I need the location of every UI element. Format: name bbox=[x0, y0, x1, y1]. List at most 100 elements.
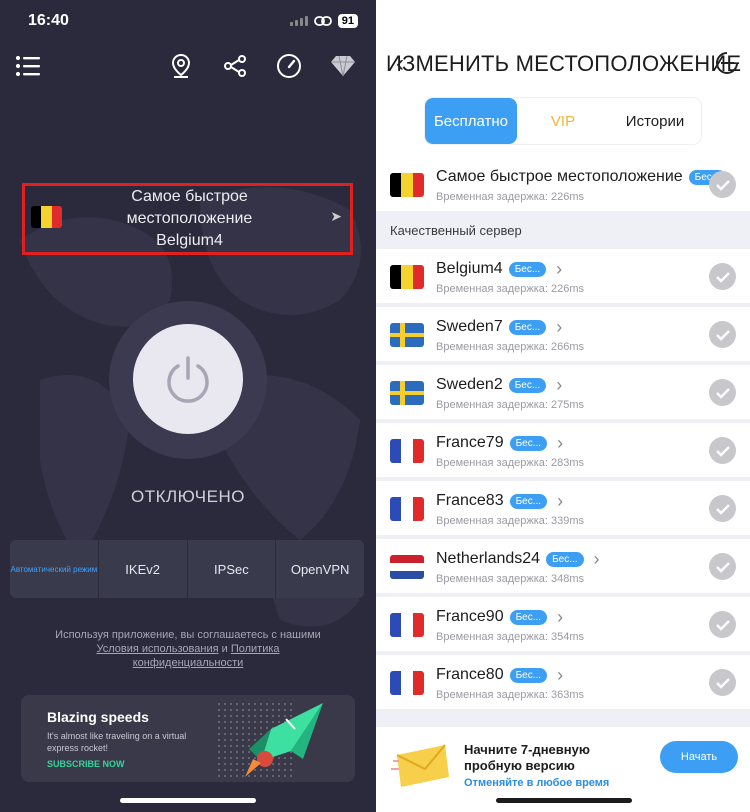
tab-free[interactable]: Бесплатно bbox=[425, 98, 517, 144]
chevron-right-icon[interactable]: › bbox=[594, 550, 600, 568]
france-flag-icon bbox=[390, 613, 424, 637]
envelope-icon bbox=[391, 744, 449, 787]
server-row[interactable]: Belgium4 Бес... › Временная задержка: 226ms bbox=[376, 249, 750, 303]
location-line2: Belgium4 bbox=[156, 232, 223, 249]
server-row[interactable]: France79 Бес... › Временная задержка: 283ms bbox=[376, 423, 750, 477]
free-badge: Бес... bbox=[509, 493, 548, 509]
server-latency: Временная задержка: 283ms bbox=[436, 457, 585, 469]
protocol-auto[interactable]: Автоматический режим bbox=[10, 540, 99, 598]
protocol-ipsec[interactable]: IPSec bbox=[188, 540, 277, 598]
status-icons: 91 bbox=[289, 14, 358, 28]
check-icon[interactable] bbox=[709, 495, 736, 522]
main-screen: 16:40 91 Самое быстрое местоположение Be… bbox=[0, 0, 376, 812]
promo-title: Blazing speeds bbox=[47, 709, 149, 725]
speedometer-icon[interactable] bbox=[275, 52, 303, 80]
chevron-right-icon[interactable]: › bbox=[557, 434, 563, 452]
row-name: France79 Бес... › bbox=[436, 434, 563, 452]
terms-of-use-link[interactable]: Условия использования bbox=[96, 643, 218, 655]
protocol-ikev2[interactable]: IKEv2 bbox=[99, 540, 188, 598]
start-trial-button[interactable]: Начать bbox=[660, 741, 738, 773]
row-name: Netherlands24 Бес... › bbox=[436, 550, 600, 568]
server-row[interactable]: Netherlands24 Бес... › Временная задержка: … bbox=[376, 539, 750, 593]
terms-and: и bbox=[218, 643, 231, 655]
server-latency: Временная задержка: 275ms bbox=[436, 399, 585, 411]
tab-history[interactable]: Истории bbox=[609, 98, 701, 144]
diamond-icon[interactable] bbox=[329, 52, 357, 80]
check-icon[interactable] bbox=[709, 611, 736, 638]
row-name: Sweden2 Бес... › bbox=[436, 376, 562, 394]
server-row[interactable]: Sweden7 Бес... › Временная задержка: 266ms bbox=[376, 307, 750, 361]
back-icon[interactable]: ‹ bbox=[396, 50, 404, 78]
protocol-openvpn[interactable]: OpenVPN bbox=[276, 540, 364, 598]
row-name: France83 Бес... › bbox=[436, 492, 563, 510]
promo-card[interactable]: Blazing speeds It's almost like travelin… bbox=[21, 695, 355, 782]
chevron-right-icon[interactable]: › bbox=[556, 260, 562, 278]
belgium-flag-icon bbox=[390, 173, 424, 197]
tab-vip[interactable]: VIP bbox=[517, 98, 609, 144]
rocket-icon bbox=[245, 703, 323, 777]
check-icon[interactable] bbox=[709, 669, 736, 696]
chevron-right-icon[interactable]: › bbox=[556, 376, 562, 394]
terms-prefix: Используя приложение, вы соглашаетесь с … bbox=[55, 629, 321, 641]
server-name: Sweden2 bbox=[436, 376, 503, 393]
top-toolbar bbox=[0, 52, 376, 82]
fastest-location-row[interactable]: Самое быстрое местоположение Бес... Време… bbox=[376, 157, 750, 211]
sweden-flag-icon bbox=[390, 323, 424, 347]
row-name: Belgium4 Бес... › bbox=[436, 260, 562, 278]
belgium-flag-icon bbox=[31, 206, 62, 228]
server-name: France79 bbox=[436, 434, 504, 451]
server-row[interactable]: France90 Бес... › Временная задержка: 354ms bbox=[376, 597, 750, 651]
server-name: France80 bbox=[436, 666, 504, 683]
chevron-right-icon[interactable]: › bbox=[557, 492, 563, 510]
menu-icon[interactable] bbox=[14, 52, 42, 80]
chevron-right-icon[interactable]: › bbox=[556, 318, 562, 336]
current-location-selector[interactable]: Самое быстрое местоположение Belgium4 ➤ bbox=[22, 183, 353, 255]
free-badge: Бес... bbox=[509, 609, 548, 625]
fastest-name: Самое быстрое местоположение bbox=[436, 168, 683, 185]
server-name: Belgium4 bbox=[436, 260, 503, 277]
subscribe-now-link[interactable]: SUBSCRIBE NOW bbox=[47, 759, 125, 769]
tab-bar: Бесплатно VIP Истории bbox=[425, 98, 701, 144]
battery-level: 91 bbox=[337, 14, 358, 28]
send-arrow-icon: ➤ bbox=[330, 208, 342, 224]
share-icon[interactable] bbox=[221, 52, 249, 80]
server-latency: Временная задержка: 363ms bbox=[436, 689, 585, 701]
close-icon[interactable] bbox=[716, 51, 738, 75]
free-badge: Бес... bbox=[509, 435, 548, 451]
chevron-right-icon[interactable]: › bbox=[557, 608, 563, 626]
check-icon[interactable] bbox=[709, 379, 736, 406]
server-row[interactable]: France80 Бес... › Временная задержка: 363ms bbox=[376, 655, 750, 709]
sweden-flag-icon bbox=[390, 381, 424, 405]
server-row[interactable]: France83 Бес... › Временная задержка: 339ms bbox=[376, 481, 750, 535]
promo-subtitle: It's almost like traveling on a virtual … bbox=[47, 731, 187, 753]
free-badge: Бес... bbox=[509, 667, 548, 683]
row-name: Самое быстрое местоположение Бес... bbox=[436, 168, 727, 186]
section-quality-servers: Качественный сервер bbox=[390, 223, 522, 238]
france-flag-icon bbox=[390, 439, 424, 463]
check-icon[interactable] bbox=[709, 263, 736, 290]
server-row[interactable]: Sweden2 Бес... › Временная задержка: 275ms bbox=[376, 365, 750, 419]
link-icon bbox=[313, 16, 332, 26]
location-pin-icon[interactable] bbox=[167, 52, 195, 80]
power-button[interactable] bbox=[133, 324, 243, 434]
location-picker-screen: ИЗМЕНИТЬ МЕСТОПОЛОЖЕНИЕ ‹ Бесплатно VIP … bbox=[376, 0, 750, 812]
server-name: Sweden7 bbox=[436, 318, 503, 335]
check-icon[interactable] bbox=[709, 553, 736, 580]
terms-notice: Используя приложение, вы соглашаетесь с … bbox=[40, 628, 336, 670]
home-indicator bbox=[496, 798, 632, 803]
chevron-right-icon[interactable]: › bbox=[557, 666, 563, 684]
check-icon[interactable] bbox=[709, 321, 736, 348]
page-title: ИЗМЕНИТЬ МЕСТОПОЛОЖЕНИЕ bbox=[386, 51, 742, 76]
server-latency: Временная задержка: 354ms bbox=[436, 631, 585, 643]
server-latency: Временная задержка: 339ms bbox=[436, 515, 585, 527]
protocol-selector: Автоматический режим IKEv2 IPSec OpenVPN bbox=[10, 540, 364, 598]
banner-subtitle: Отменяйте в любое время bbox=[464, 777, 610, 789]
server-latency: Временная задержка: 266ms bbox=[436, 341, 585, 353]
netherlands-flag-icon bbox=[390, 555, 424, 579]
row-name: France90 Бес... › bbox=[436, 608, 563, 626]
check-icon[interactable] bbox=[709, 171, 736, 198]
free-badge: Бес... bbox=[508, 319, 547, 335]
check-icon[interactable] bbox=[709, 437, 736, 464]
row-latency: Временная задержка: 226ms bbox=[436, 191, 585, 203]
status-time: 16:40 bbox=[28, 12, 69, 29]
